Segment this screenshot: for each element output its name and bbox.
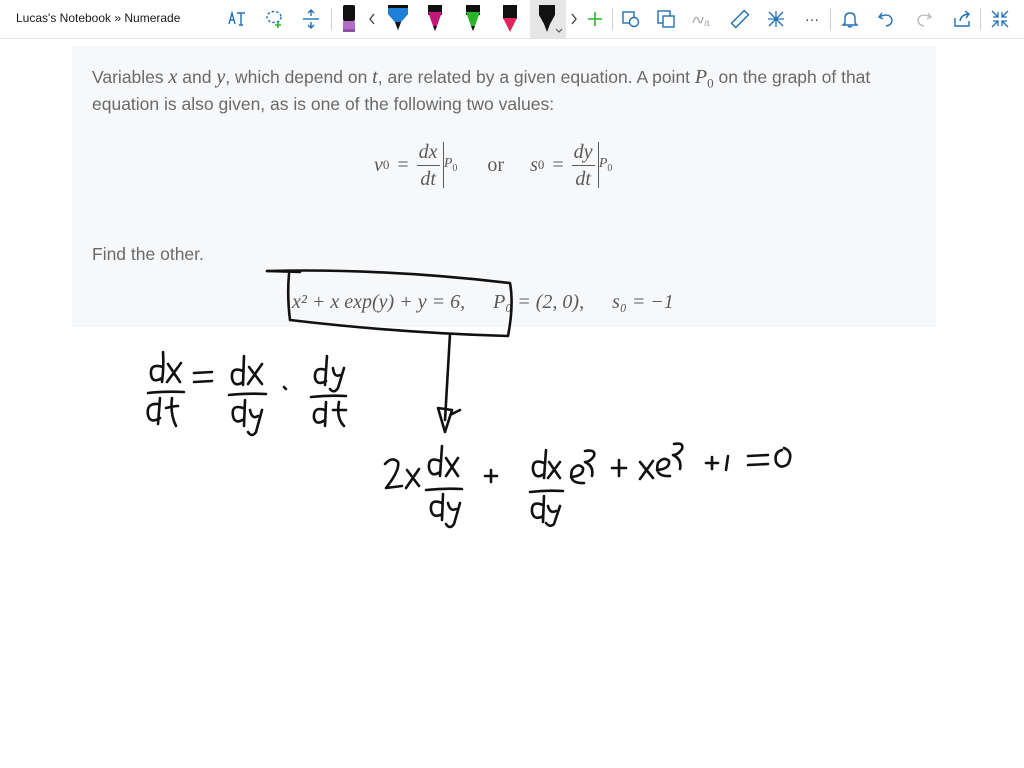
ink-differentiated-equation	[383, 442, 792, 529]
handwritten-ink-layer	[146, 269, 792, 529]
ink-chain-rule	[146, 350, 348, 437]
ink-box-around-equation	[265, 269, 513, 338]
ink-arrow	[443, 332, 452, 422]
